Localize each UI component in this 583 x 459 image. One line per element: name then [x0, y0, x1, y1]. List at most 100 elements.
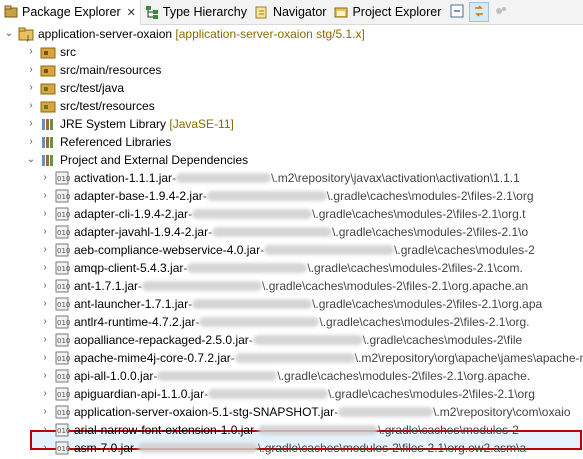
- chevron-right-icon[interactable]: ›: [40, 259, 50, 277]
- jar-name: ant-launcher-1.7.1.jar: [74, 297, 189, 311]
- tree-item-jre-system-library[interactable]: › JRE System Library [JavaSE-11]: [26, 115, 234, 133]
- chevron-right-icon[interactable]: ›: [40, 277, 50, 295]
- chevron-right-icon[interactable]: ›: [26, 133, 36, 151]
- chevron-right-icon[interactable]: ›: [40, 205, 50, 223]
- tab-type-hierarchy[interactable]: Type Hierarchy: [141, 0, 251, 24]
- chevron-down-icon[interactable]: ⌄: [4, 25, 14, 43]
- svg-text:010: 010: [57, 337, 70, 345]
- jar-name: amqp-client-5.4.3.jar: [74, 261, 184, 275]
- package-tree[interactable]: ⌄ J application-server-oxaion [applicati…: [0, 25, 583, 459]
- jar-name: aeb-compliance-webservice-4.0.jar: [74, 243, 261, 257]
- tab-navigator[interactable]: Navigator: [251, 0, 331, 24]
- jar-icon: 010: [54, 404, 70, 420]
- chevron-right-icon[interactable]: ›: [40, 367, 50, 385]
- jar-path: \.m2\repository\com\oxaio: [433, 405, 571, 419]
- chevron-right-icon[interactable]: ›: [40, 295, 50, 313]
- tree-item-jar[interactable]: › 010 apiguardian-api-1.1.0.jar - \.gradle…: [40, 385, 535, 403]
- package-icon: [4, 5, 18, 19]
- jar-path: \.gradle\caches\modules-2\file: [362, 333, 523, 347]
- project-decoration: [application-server-oxaion stg/5.1.x]: [175, 27, 365, 41]
- jar-name: arial-narrow-font-extension-1.0.jar: [74, 423, 255, 437]
- tree-item-referenced-libraries[interactable]: › Referenced Libraries: [26, 133, 171, 151]
- redacted-path: [192, 299, 313, 309]
- tree-item-jar[interactable]: › 010 adapter-javahl-1.9.4-2.jar - \.gradl…: [40, 223, 528, 241]
- tree-item-src-test-resources[interactable]: › src/test/resources: [26, 97, 155, 115]
- jar-icon: 010: [54, 332, 70, 348]
- chevron-right-icon[interactable]: ›: [40, 349, 50, 367]
- tab-label: Package Explorer: [22, 5, 121, 19]
- tree-item-jar[interactable]: › 010 amqp-client-5.4.3.jar - \.gradle\cac…: [40, 259, 523, 277]
- chevron-right-icon[interactable]: ›: [40, 169, 50, 187]
- tree-item-jar[interactable]: › 010 adapter-base-1.9.4-2.jar - \.gradle\…: [40, 187, 534, 205]
- tab-project-explorer[interactable]: Project Explorer: [330, 0, 445, 24]
- chevron-right-icon[interactable]: ›: [26, 79, 36, 97]
- redacted-path: [142, 281, 263, 291]
- chevron-right-icon[interactable]: ›: [26, 115, 36, 133]
- view-menu-button[interactable]: [491, 2, 511, 22]
- chevron-right-icon[interactable]: ›: [40, 403, 50, 421]
- tree-item-jar[interactable]: › 010 ant-launcher-1.7.1.jar - \.gradle\ca…: [40, 295, 542, 313]
- svg-text:010: 010: [57, 373, 70, 381]
- tree-label: src/test/resources: [60, 99, 155, 113]
- jar-path: \.gradle\caches\modules-2\files-2.1\o: [332, 225, 529, 239]
- collapse-all-icon: [450, 4, 464, 21]
- svg-text:010: 010: [57, 193, 70, 201]
- tree-item-jar[interactable]: › 010 asm-7.0.jar - \.gradle\caches\module…: [40, 439, 526, 457]
- tree-item-project[interactable]: ⌄ J application-server-oxaion [applicati…: [4, 25, 365, 43]
- tree-item-jar[interactable]: › 010 apache-mime4j-core-0.7.2.jar - \.m2\…: [40, 349, 583, 367]
- tree-item-jar[interactable]: › 010 antlr4-runtime-4.7.2.jar - \.gradle\…: [40, 313, 530, 331]
- source-folder-icon: [40, 80, 56, 96]
- redacted-path: [206, 191, 327, 201]
- view-tab-bar: Package Explorer ✕ Type Hierarchy Naviga…: [0, 0, 583, 25]
- jar-path: \.gradle\caches\modules-2\files-2.1\org: [326, 189, 534, 203]
- tab-label: Type Hierarchy: [162, 5, 247, 19]
- jar-name: activation-1.1.1.jar: [74, 171, 173, 185]
- chevron-right-icon[interactable]: ›: [40, 421, 50, 439]
- close-icon[interactable]: ✕: [127, 6, 136, 19]
- jar-path: \.gradle\caches\modules-2\files-2.1\org.…: [262, 279, 529, 293]
- chevron-right-icon[interactable]: ›: [40, 385, 50, 403]
- jar-path: \.gradle\caches\modules-2\files-2.1\org.…: [258, 441, 527, 455]
- tree-item-jar[interactable]: › 010 api-all-1.0.0.jar - \.gradle\caches\…: [40, 367, 530, 385]
- svg-text:010: 010: [57, 283, 70, 291]
- chevron-right-icon[interactable]: ›: [40, 331, 50, 349]
- tree-item-src-test-java[interactable]: › src/test/java: [26, 79, 124, 97]
- jar-icon: 010: [54, 260, 70, 276]
- jar-name: api-all-1.0.0.jar: [74, 369, 154, 383]
- tab-package-explorer[interactable]: Package Explorer ✕: [0, 0, 141, 25]
- link-with-editor-button[interactable]: [469, 2, 490, 22]
- redacted-path: [252, 335, 363, 345]
- tree-item-jar[interactable]: › 010 aopalliance-repackaged-2.5.0.jar - \…: [40, 331, 522, 349]
- jar-name: antlr4-runtime-4.7.2.jar: [74, 315, 196, 329]
- jar-name: apache-mime4j-core-0.7.2.jar: [74, 351, 231, 365]
- chevron-right-icon[interactable]: ›: [26, 61, 36, 79]
- tree-item-jar[interactable]: › 010 activation-1.1.1.jar - \.m2\reposito…: [40, 169, 520, 187]
- redacted-path: [208, 389, 329, 399]
- chevron-right-icon[interactable]: ›: [40, 223, 50, 241]
- hierarchy-icon: [145, 5, 159, 19]
- chevron-down-icon[interactable]: ⌄: [26, 151, 36, 169]
- tree-item-src-main-resources[interactable]: › src/main/resources: [26, 61, 161, 79]
- chevron-right-icon[interactable]: ›: [40, 187, 50, 205]
- tree-item-jar[interactable]: › 010 application-server-oxaion-5.1-stg-SN…: [40, 403, 571, 421]
- chevron-right-icon[interactable]: ›: [26, 97, 36, 115]
- tab-label: Navigator: [272, 5, 327, 19]
- chevron-right-icon[interactable]: ›: [26, 43, 36, 61]
- tree-item-jar[interactable]: › 010 aeb-compliance-webservice-4.0.jar - …: [40, 241, 535, 259]
- tree-item-project-and-external-dependencies[interactable]: ⌄ Project and External Dependencies: [26, 151, 248, 169]
- jar-name: adapter-cli-1.9.4-2.jar: [74, 207, 189, 221]
- jar-path: \.m2\repository\javax\activation\activat…: [271, 171, 520, 185]
- redacted-path: [187, 263, 308, 273]
- collapse-all-button[interactable]: [447, 2, 467, 22]
- tree-item-jar[interactable]: › 010 ant-1.7.1.jar - \.gradle\caches\modu…: [40, 277, 528, 295]
- jar-path: \.gradle\caches\modules-2\files-2.1\org.: [319, 315, 530, 329]
- source-folder-icon: [40, 62, 56, 78]
- chevron-right-icon[interactable]: ›: [40, 313, 50, 331]
- tree-item-src[interactable]: › src: [26, 43, 76, 61]
- tree-item-jar[interactable]: › 010 adapter-cli-1.9.4-2.jar - \.gradle\c…: [40, 205, 525, 223]
- chevron-right-icon[interactable]: ›: [40, 241, 50, 259]
- jar-path: \.gradle\caches\modules-2\files-2.1\org.…: [277, 369, 531, 383]
- tree-item-jar[interactable]: › 010 arial-narrow-font-extension-1.0.jar …: [40, 421, 519, 439]
- svg-text:010: 010: [57, 427, 70, 435]
- chevron-right-icon[interactable]: ›: [40, 439, 50, 457]
